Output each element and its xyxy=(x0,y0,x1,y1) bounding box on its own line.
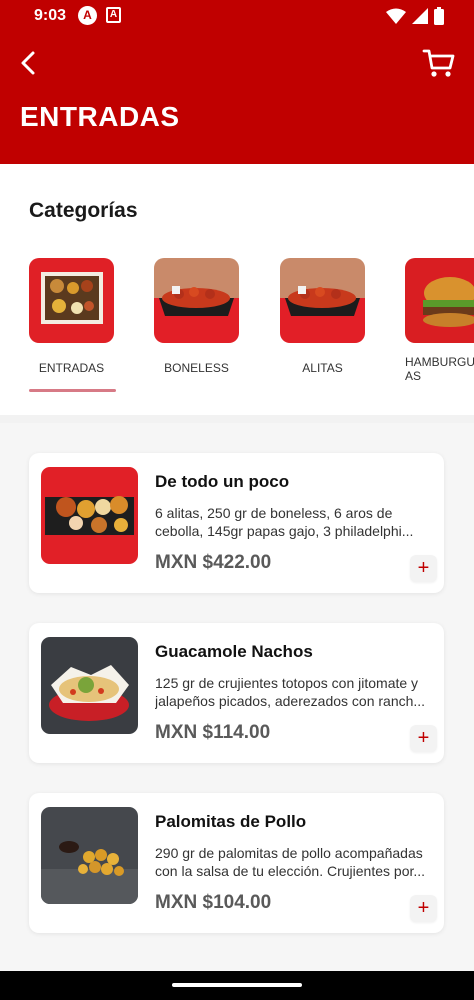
add-to-cart-button[interactable]: + xyxy=(410,555,437,582)
product-description: 6 alitas, 250 gr de boneless, 6 aros de … xyxy=(155,505,414,539)
battery-icon xyxy=(434,7,444,25)
category-label: ALITAS xyxy=(302,361,343,375)
product-image xyxy=(41,637,138,734)
category-selected-indicator xyxy=(29,389,116,392)
home-gesture-handle[interactable] xyxy=(172,983,302,987)
category-image-hamburguesas xyxy=(405,258,474,343)
product-list: De todo un poco 6 alitas, 250 gr de bone… xyxy=(0,423,474,971)
product-name: De todo un poco xyxy=(155,472,290,491)
page-title: ENTRADAS xyxy=(20,101,180,132)
cart-button[interactable] xyxy=(422,46,456,80)
product-price: MXN $114.00 xyxy=(155,722,271,743)
category-image-alitas xyxy=(280,258,365,343)
category-label: ENTRADAS xyxy=(38,361,105,375)
status-icons xyxy=(386,6,444,26)
product-name: Guacamole Nachos xyxy=(155,642,313,661)
product-price: MXN $104.00 xyxy=(155,892,272,913)
wifi-icon xyxy=(386,8,406,24)
add-to-cart-button[interactable]: + xyxy=(410,895,437,922)
product-card[interactable]: De todo un poco 6 alitas, 250 gr de bone… xyxy=(29,453,444,593)
category-image-entradas xyxy=(29,258,114,343)
category-label: HAMBURGU AS xyxy=(405,355,474,383)
chevron-left-icon xyxy=(21,51,35,75)
add-to-cart-button[interactable]: + xyxy=(410,725,437,752)
app-header: 9:03 A A ENTRADAS xyxy=(0,0,474,164)
signal-icon xyxy=(412,8,428,24)
product-card[interactable]: Palomitas de Pollo 290 gr de palomitas d… xyxy=(29,793,444,933)
system-nav-bar xyxy=(0,971,474,1000)
status-bar: 9:03 A A xyxy=(0,0,474,32)
category-image-boneless xyxy=(154,258,239,343)
category-label: BONELESS xyxy=(164,361,229,375)
category-entradas[interactable]: ENTRADAS xyxy=(29,258,139,375)
product-description: 290 gr de palomitas de pollo acompañadas… xyxy=(155,845,426,879)
category-hamburguesas[interactable]: HAMBURGU AS xyxy=(405,258,474,383)
category-alitas[interactable]: ALITAS xyxy=(280,258,390,375)
product-card[interactable]: Guacamole Nachos 125 gr de crujientes to… xyxy=(29,623,444,763)
product-name: Palomitas de Pollo xyxy=(155,812,307,831)
status-time: 9:03 xyxy=(34,7,67,24)
product-image xyxy=(41,467,138,564)
product-description: 125 gr de crujientes totopos con jitomat… xyxy=(155,675,426,709)
notification-app-icon-2: A xyxy=(106,7,121,23)
back-button[interactable] xyxy=(14,48,44,78)
notification-app-icon: A xyxy=(78,6,97,25)
product-price: MXN $422.00 xyxy=(155,552,272,573)
cart-icon xyxy=(422,49,455,77)
categories-section: Categorías ENTRADAS BONELESS ALITAS HAMB… xyxy=(0,164,474,415)
product-image xyxy=(41,807,138,904)
categories-title: Categorías xyxy=(29,199,138,222)
category-boneless[interactable]: BONELESS xyxy=(154,258,264,375)
